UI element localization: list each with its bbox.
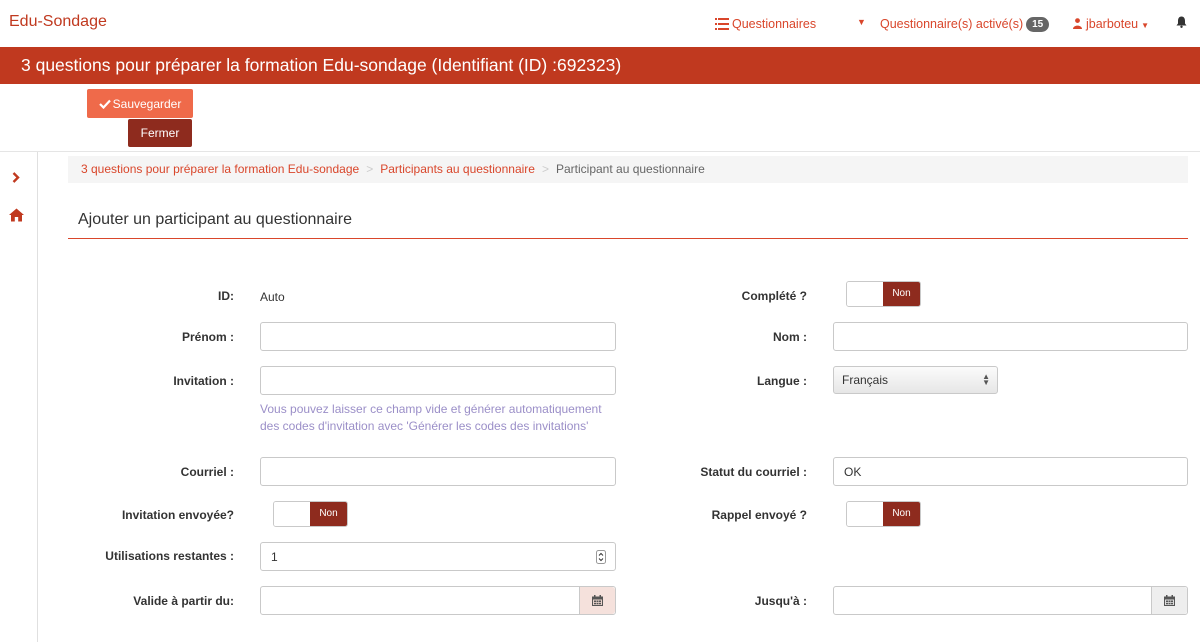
close-button[interactable]: Fermer [128,119,192,147]
valid-until-label: Jusqu'à : [754,594,807,608]
questionnaire-title-bar: 3 questions pour préparer la formation E… [0,47,1200,84]
valid-until-calendar-button[interactable] [1151,587,1187,614]
nav-activated-label: Questionnaire(s) activé(s) [880,17,1024,31]
reminder-sent-label: Rappel envoyé ? [711,508,807,522]
valid-until-input[interactable] [833,586,1188,615]
save-button[interactable]: Sauvegarder [87,89,193,118]
caret-down-icon: ▼ [1141,21,1150,30]
language-label: Langue : [757,374,807,388]
activated-count-badge: 15 [1026,17,1050,32]
divider [0,151,1200,152]
completed-label: Complété ? [741,289,807,303]
uses-left-label: Utilisations restantes : [105,549,234,563]
nav-questionnaires[interactable]: Questionnaires [715,17,816,31]
uses-left-value: 1 [271,550,278,564]
bell-icon [1176,16,1187,28]
breadcrumb-separator: > [541,162,549,176]
user-icon [1073,18,1082,29]
lastname-input[interactable] [833,322,1188,351]
invitation-hint: Vous pouvez laisser ce champ vide et gén… [260,402,602,433]
list-icon [715,18,729,30]
reminder-sent-toggle[interactable]: Non [846,501,921,527]
email-status-label: Statut du courriel : [700,465,807,479]
language-select[interactable]: Français ▲ ▼ [833,366,998,394]
breadcrumb-item-questionnaire[interactable]: 3 questions pour préparer la formation E… [81,162,359,176]
lastname-label: Nom : [773,330,807,344]
toggle-state: Non [883,282,920,306]
nav-user-menu[interactable]: jbarboteu ▼ [1073,17,1149,31]
side-bar [0,152,38,642]
nav-user-label: jbarboteu [1086,17,1139,31]
expand-sidebar-button[interactable] [12,170,20,188]
check-icon [98,99,111,109]
breadcrumb: 3 questions pour préparer la formation E… [68,156,1188,183]
toggle-knob [847,502,884,526]
uses-left-input[interactable]: 1 [260,542,616,571]
toggle-knob [847,282,884,306]
caret-down-icon[interactable]: ▼ [857,17,866,27]
save-button-label: Sauvegarder [112,96,182,111]
notifications-button[interactable] [1176,16,1187,31]
section-divider [68,238,1188,239]
breadcrumb-separator: > [366,162,374,176]
toggle-state: Non [883,502,920,526]
brand-logo[interactable]: Edu-Sondage [9,13,107,31]
nav-activated-questionnaires[interactable]: Questionnaire(s) activé(s) 15 [880,17,1050,32]
top-navbar: Edu-Sondage Questionnaires ▼ Questionnai… [0,0,1200,47]
email-status-input[interactable] [833,457,1188,486]
home-button[interactable] [9,208,24,227]
chevron-right-icon [12,172,20,183]
page-title: 3 questions pour préparer la formation E… [21,55,622,75]
home-icon [9,208,24,222]
select-arrows-icon: ▲ ▼ [982,372,990,387]
section-title: Ajouter un participant au questionnaire [78,211,352,228]
calendar-icon [1164,595,1175,606]
breadcrumb-item-participants[interactable]: Participants au questionnaire [380,162,535,176]
language-selected-value: Français [842,373,889,387]
breadcrumb-item-current: Participant au questionnaire [555,162,705,176]
spinner-icon[interactable] [596,550,606,564]
completed-toggle[interactable]: Non [846,281,921,307]
nav-questionnaires-label: Questionnaires [732,17,817,31]
